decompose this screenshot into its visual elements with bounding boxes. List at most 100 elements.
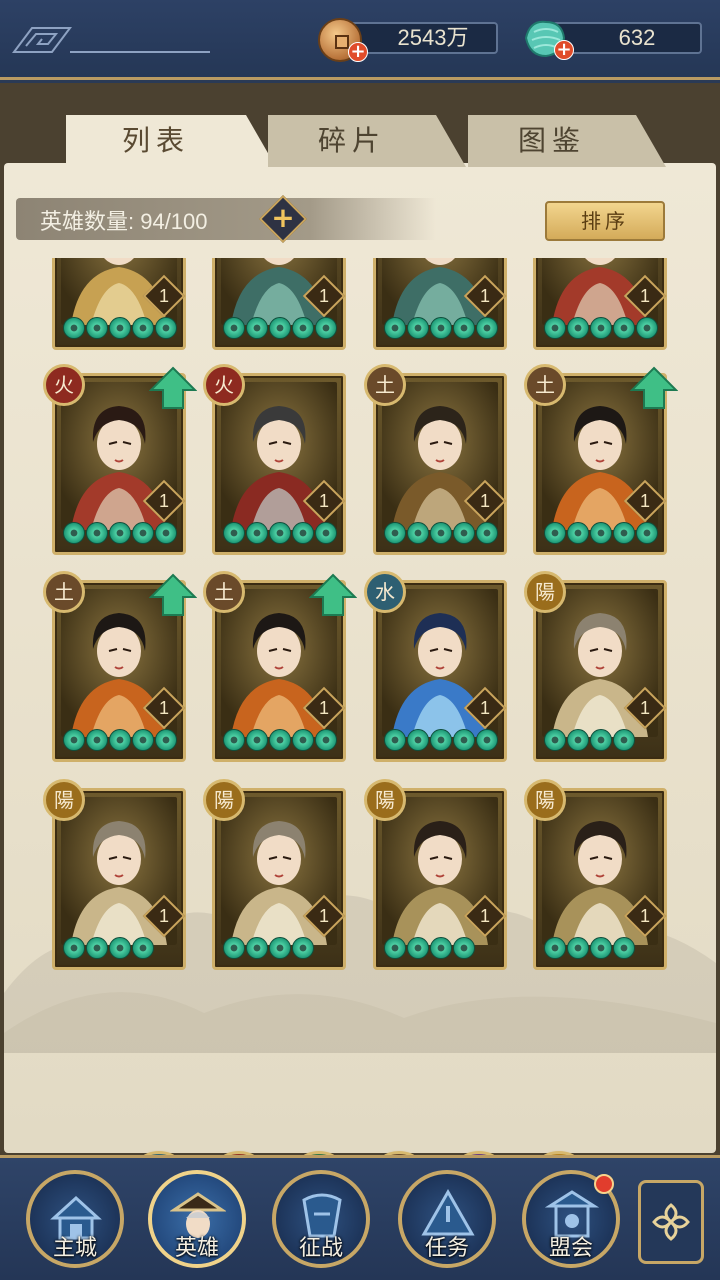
star-rating: [63, 522, 178, 546]
level-value: 1: [639, 286, 650, 306]
flower-menu-icon: [652, 1203, 690, 1241]
level-value: 1: [639, 491, 650, 511]
hero-card[interactable]: 陽1: [203, 779, 346, 970]
hero-panel: 列表 碎片 图鉴 英雄数量: 94/100 + 排序 1111火1火1土1土1土…: [0, 83, 720, 1213]
jade-star-icon: [430, 522, 452, 544]
jade-star-icon: [407, 729, 429, 751]
hero-card[interactable]: 陽1: [364, 779, 507, 970]
more-menu-button[interactable]: [638, 1180, 704, 1264]
upgrade-arrow-icon: [630, 366, 678, 409]
jade-star-icon: [292, 522, 314, 544]
plus-icon: +: [271, 201, 295, 234]
hero-card[interactable]: 土1: [43, 571, 197, 762]
hero-card[interactable]: 陽1: [43, 779, 186, 970]
element-badge: 陽: [203, 779, 245, 821]
jade-star-icon: [109, 522, 131, 544]
jade-star-icon: [567, 317, 589, 339]
hero-card[interactable]: 1: [533, 258, 667, 350]
nav-guild-button[interactable]: 盟会: [522, 1170, 620, 1268]
level-value: 1: [158, 491, 169, 511]
jade-star-icon: [223, 729, 245, 751]
level-value: 1: [479, 906, 490, 926]
hero-card[interactable]: 陽1: [524, 779, 667, 970]
hero-card[interactable]: 水1: [364, 571, 507, 762]
jade-amount: 632: [552, 22, 702, 54]
menu-pattern-icon[interactable]: [12, 22, 212, 58]
hero-card[interactable]: 陽1: [524, 571, 667, 762]
jade-star-icon: [476, 317, 498, 339]
level-value: 1: [479, 698, 490, 718]
level-value: 1: [318, 286, 329, 306]
jade-star-icon: [155, 729, 177, 751]
jade-star-icon: [430, 729, 452, 751]
sort-button[interactable]: 排序: [545, 201, 665, 241]
add-jade-icon[interactable]: +: [554, 40, 574, 60]
upgrade-arrow-icon: [309, 573, 357, 616]
star-rating: [223, 522, 338, 546]
jade-star-icon: [109, 937, 131, 959]
jade-star-icon: [476, 522, 498, 544]
nav-label: 主城: [52, 1236, 97, 1261]
jade-star-icon: [453, 937, 475, 959]
tab-collection[interactable]: 图鉴: [468, 115, 666, 167]
star-rating: [63, 317, 178, 341]
jade-star-icon: [155, 317, 177, 339]
jade-star-icon: [613, 729, 635, 751]
expand-capacity-button[interactable]: +: [258, 194, 308, 244]
top-bar: + 2543万 + 632: [0, 0, 720, 80]
hero-card[interactable]: 1: [52, 258, 186, 350]
level-value: 1: [158, 286, 169, 306]
hero-card[interactable]: 火1: [43, 364, 197, 555]
jade-star-icon: [453, 522, 475, 544]
level-value: 1: [639, 698, 650, 718]
jade-star-icon: [407, 522, 429, 544]
nav-label: 盟会: [548, 1236, 593, 1261]
nav-label: 任务: [424, 1236, 469, 1261]
jade-star-icon: [590, 729, 612, 751]
hero-card[interactable]: 火1: [203, 364, 346, 555]
jade-star-icon: [567, 522, 589, 544]
bottom-navigation: 主城 英雄 征战 任务 盟会: [0, 1155, 720, 1280]
coin-amount: 2543万: [348, 22, 498, 54]
star-rating: [223, 729, 338, 753]
nav-campaign-button[interactable]: 征战: [272, 1170, 370, 1268]
hero-card[interactable]: 土1: [203, 571, 357, 762]
nav-main-city-button[interactable]: 主城: [26, 1170, 124, 1268]
hero-card[interactable]: 1: [373, 258, 507, 350]
nav-quests-button[interactable]: 任务: [398, 1170, 496, 1268]
jade-star-icon: [567, 729, 589, 751]
star-rating: [223, 937, 315, 961]
star-rating: [544, 937, 636, 961]
element-badge: 陽: [364, 779, 406, 821]
jade-star-icon: [246, 937, 268, 959]
jade-star-icon: [269, 317, 291, 339]
jade-star-icon: [384, 729, 406, 751]
upgrade-arrow-icon: [149, 573, 197, 616]
hero-card[interactable]: 土1: [524, 364, 678, 555]
jade-star-icon: [544, 937, 566, 959]
star-rating: [544, 729, 636, 753]
element-badge: 水: [364, 571, 406, 613]
jade-star-icon: [132, 522, 154, 544]
hero-card[interactable]: 1: [212, 258, 346, 350]
star-rating: [63, 937, 155, 961]
jade-star-icon: [430, 937, 452, 959]
star-rating: [384, 522, 499, 546]
hero-card[interactable]: 土1: [364, 364, 507, 555]
tab-fragments[interactable]: 碎片: [268, 115, 466, 167]
jade-star-icon: [636, 317, 658, 339]
jade-star-icon: [384, 937, 406, 959]
jade-star-icon: [63, 317, 85, 339]
add-coins-icon[interactable]: +: [348, 42, 368, 62]
jade-star-icon: [269, 522, 291, 544]
tab-list[interactable]: 列表: [66, 115, 276, 167]
jade-currency[interactable]: + 632: [522, 18, 702, 60]
element-badge: 火: [43, 364, 85, 406]
level-value: 1: [479, 491, 490, 511]
element-badge: 土: [43, 571, 85, 613]
star-rating: [384, 729, 499, 753]
nav-heroes-button[interactable]: 英雄: [148, 1170, 246, 1268]
coin-currency[interactable]: + 2543万: [318, 18, 498, 62]
jade-star-icon: [132, 729, 154, 751]
jade-star-icon: [384, 317, 406, 339]
